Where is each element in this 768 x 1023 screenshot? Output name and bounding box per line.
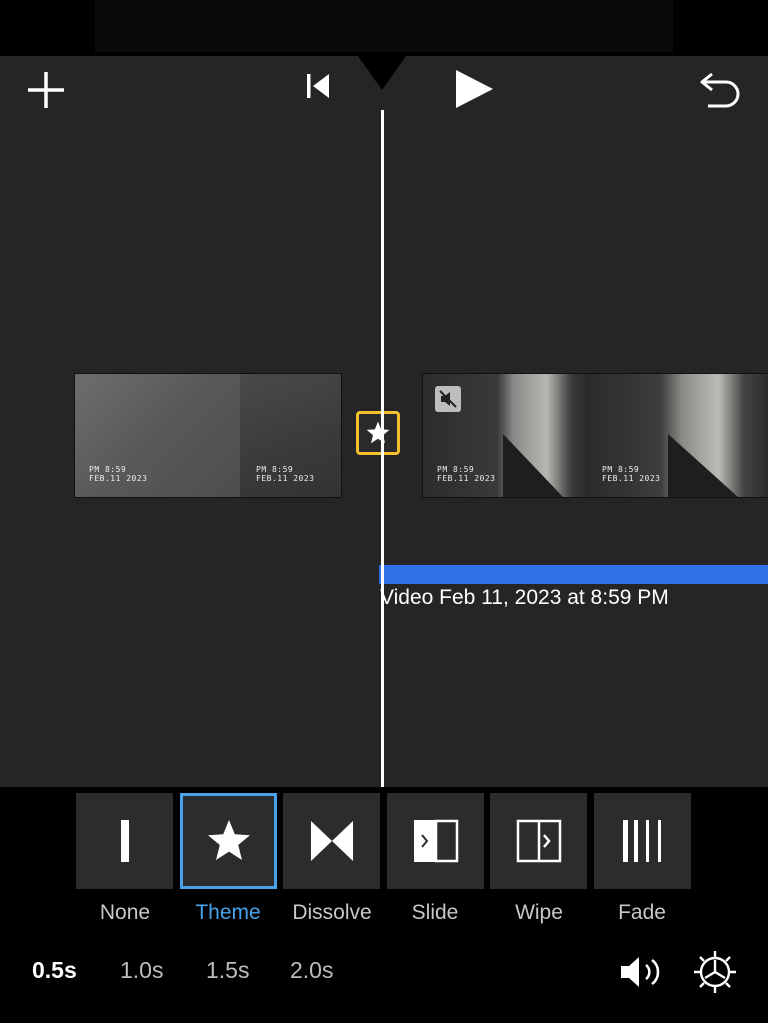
transition-dissolve-button[interactable] [283, 793, 380, 889]
duration-option-1-5s[interactable]: 1.5s [206, 957, 249, 984]
clip-title: Video Feb 11, 2023 at 8:59 PM [380, 586, 669, 609]
playhead-marker [358, 56, 406, 90]
transition-label-slide: Slide [411, 901, 459, 924]
star-icon [366, 421, 390, 444]
transition-slide-button[interactable] [387, 793, 484, 889]
muted-audio-badge [435, 386, 461, 412]
play-button[interactable] [448, 66, 498, 112]
plus-icon [28, 72, 64, 108]
timestamp-overlay: PM 8:59 FEB.11 2023 [437, 465, 496, 483]
duration-option-0-5s[interactable]: 0.5s [32, 957, 77, 984]
skip-to-start-icon [307, 74, 329, 98]
timestamp-overlay: PM 8:59 FEB.11 2023 [89, 465, 148, 483]
wipe-icon [516, 819, 561, 863]
fade-icon [622, 820, 661, 862]
star-icon [207, 820, 250, 860]
transition-theme-button[interactable] [180, 793, 277, 889]
video-clip-1[interactable]: PM 8:59 FEB.11 2023 PM 8:59 FEB.11 2023 [74, 373, 342, 498]
undo-icon [700, 72, 740, 108]
speaker-icon [621, 957, 660, 987]
transition-label-dissolve: Dissolve [292, 901, 372, 924]
settings-button[interactable] [690, 947, 740, 997]
undo-button[interactable] [696, 66, 746, 112]
muted-speaker-icon [439, 390, 457, 408]
clip-title-bar[interactable] [379, 565, 768, 584]
dissolve-icon [310, 821, 353, 861]
duration-option-2-0s[interactable]: 2.0s [290, 957, 333, 984]
transition-label-theme: Theme [195, 901, 261, 924]
transition-fade-button[interactable] [594, 793, 691, 889]
transition-label-fade: Fade [618, 901, 666, 924]
video-clip-2[interactable]: PM 8:59 FEB.11 2023 PM 8:59 FEB.11 2023 [422, 373, 768, 498]
timestamp-overlay: PM 8:59 FEB.11 2023 [256, 465, 315, 483]
transition-none-button[interactable] [76, 793, 173, 889]
slide-icon [413, 819, 458, 863]
timestamp-overlay: PM 8:59 FEB.11 2023 [602, 465, 661, 483]
duration-option-1-0s[interactable]: 1.0s [120, 957, 163, 984]
transition-sound-button[interactable] [616, 950, 666, 994]
skip-to-start-button[interactable] [298, 66, 338, 106]
transition-label-none: None [99, 901, 151, 924]
none-transition-icon [120, 820, 129, 862]
transition-label-wipe: Wipe [515, 901, 563, 924]
transition-marker[interactable] [356, 411, 400, 455]
scene-detail [668, 434, 738, 497]
add-media-button[interactable] [22, 68, 70, 112]
playhead [381, 110, 384, 787]
clip-thumbnail: PM 8:59 FEB.11 2023 [75, 374, 240, 497]
play-icon [456, 70, 493, 108]
gear-icon [694, 951, 736, 993]
transition-wipe-button[interactable] [490, 793, 587, 889]
video-preview [95, 0, 673, 52]
scene-detail [503, 434, 563, 497]
clip-thumbnail: PM 8:59 FEB.11 2023 [240, 374, 341, 497]
clip-thumbnail: PM 8:59 FEB.11 2023 [588, 374, 768, 497]
clip-thumbnail: PM 8:59 FEB.11 2023 [423, 374, 588, 497]
